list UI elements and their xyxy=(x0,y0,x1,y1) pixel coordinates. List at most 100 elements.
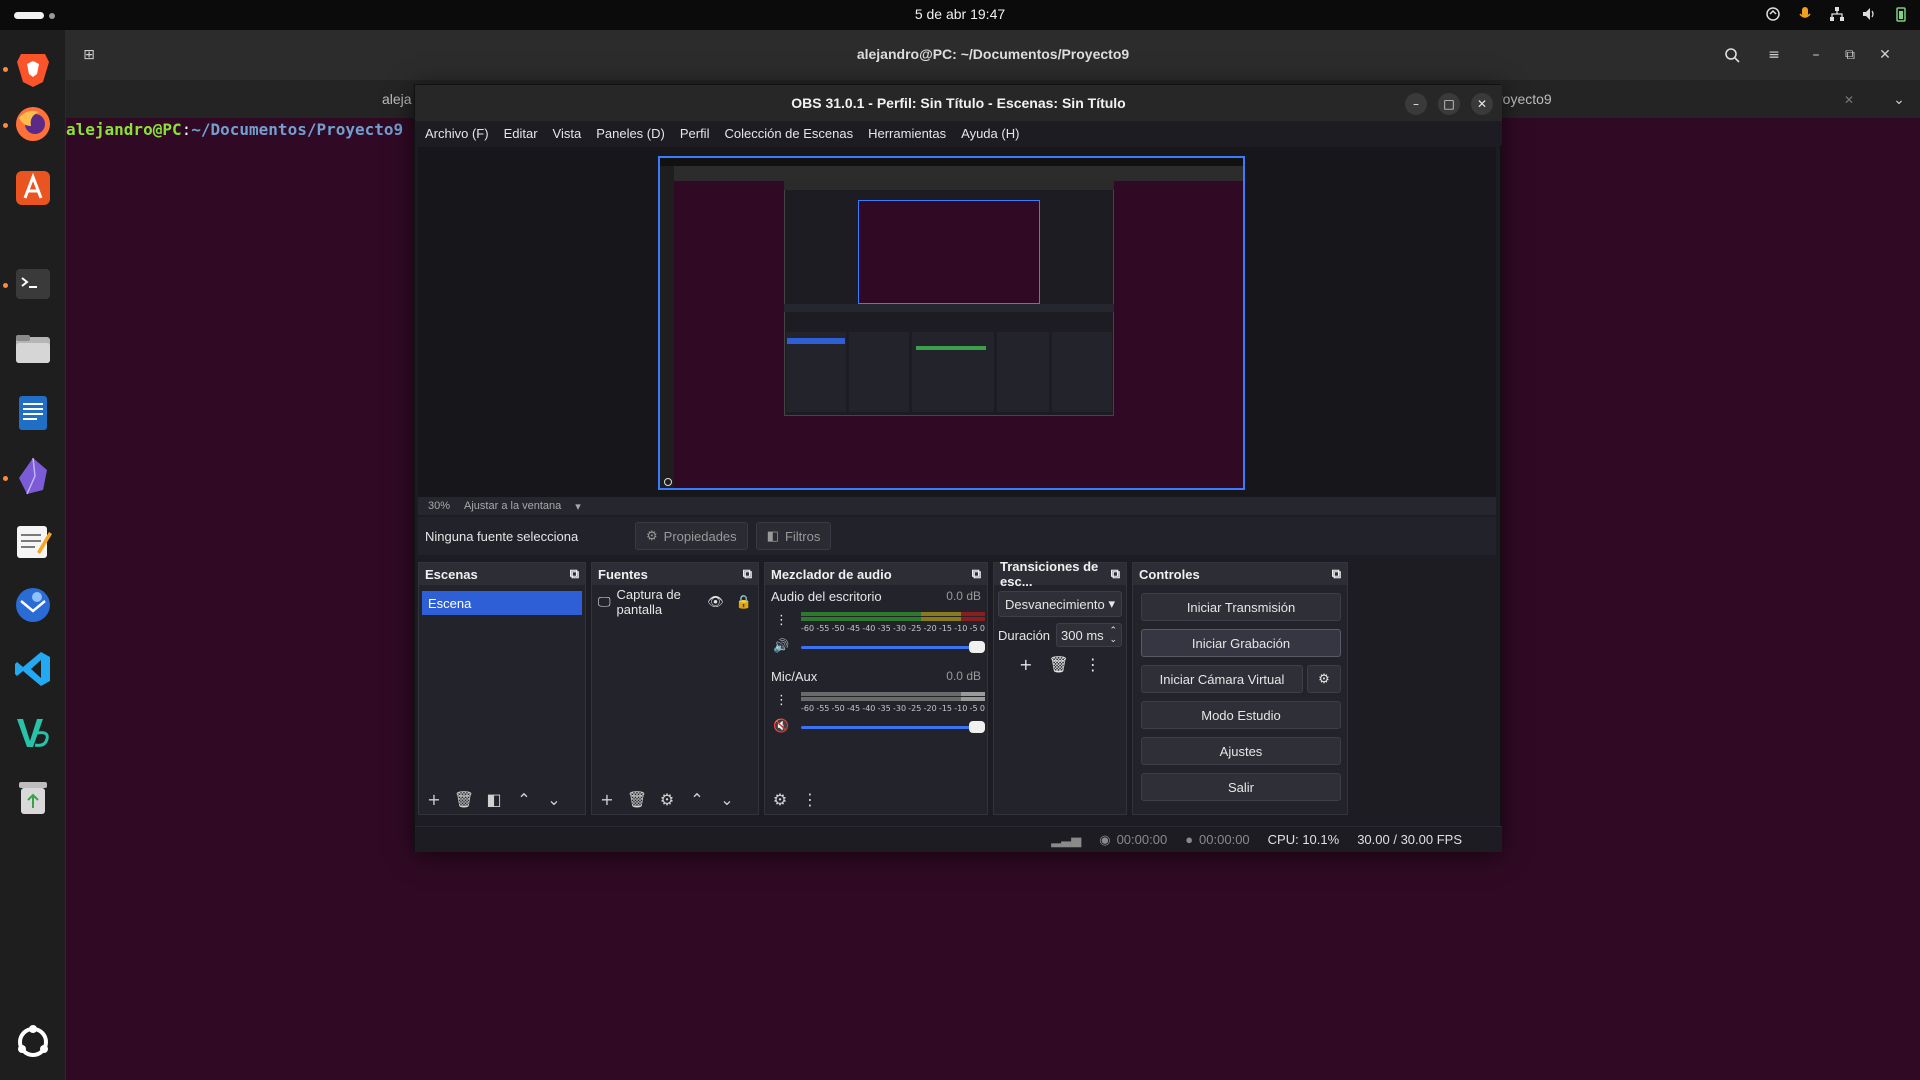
obs-titlebar[interactable]: OBS 31.0.1 - Perfil: Sin Título - Escena… xyxy=(415,85,1502,121)
undock-icon[interactable]: ⧉ xyxy=(1332,566,1341,582)
start-virtual-camera-button[interactable]: Iniciar Cámara Virtual xyxy=(1141,665,1303,693)
vscode-icon[interactable] xyxy=(11,647,55,691)
undock-icon[interactable]: ⧉ xyxy=(972,566,981,582)
volume-icon[interactable] xyxy=(1860,5,1878,23)
menu-ayuda[interactable]: Ayuda (H) xyxy=(961,126,1019,141)
obsidian-icon[interactable] xyxy=(11,454,55,498)
controls-panel: Controles ⧉ Iniciar Transmisión Iniciar … xyxy=(1132,562,1348,815)
no-source-label: Ninguna fuente selecciona xyxy=(425,528,579,544)
terminal-icon[interactable] xyxy=(11,262,55,306)
tabs-dropdown-icon[interactable]: ⌄ xyxy=(1888,89,1910,111)
obs-minimize-icon[interactable]: – xyxy=(1405,93,1427,115)
obs-title: OBS 31.0.1 - Perfil: Sin Título - Escena… xyxy=(791,95,1126,111)
writer-icon[interactable] xyxy=(11,391,55,435)
channel-menu-icon[interactable]: ⋮ xyxy=(775,613,788,628)
spin-arrows-icon[interactable]: ⌃ ⌄ xyxy=(1109,626,1117,644)
restore-icon[interactable]: ⧉ xyxy=(1839,44,1861,66)
scene-item[interactable]: Escena xyxy=(422,591,582,615)
preview-canvas[interactable] xyxy=(658,156,1245,490)
close-icon[interactable]: ✕ xyxy=(1874,44,1896,66)
volume-slider[interactable] xyxy=(801,641,985,653)
trash-icon[interactable]: 🗑 xyxy=(1049,655,1069,674)
volume-slider-knob[interactable] xyxy=(969,721,985,733)
microphone-icon[interactable] xyxy=(1796,5,1814,23)
visibility-eye-icon[interactable]: 👁 xyxy=(707,594,724,610)
filters-button[interactable]: ◧ Filtros xyxy=(755,522,832,550)
properties-button[interactable]: ⚙ Propiedades xyxy=(635,522,748,550)
undock-icon[interactable]: ⧉ xyxy=(743,566,752,582)
move-down-icon[interactable]: ⌄ xyxy=(545,790,563,809)
scenes-panel: Escenas ⧉ Escena + 🗑 ◧ ⌃ ⌄ xyxy=(418,562,586,815)
virtual-camera-settings-button[interactable]: ⚙ xyxy=(1307,665,1341,693)
menu-vista[interactable]: Vista xyxy=(553,126,582,141)
text-editor-icon[interactable] xyxy=(11,520,55,564)
add-icon[interactable]: + xyxy=(598,790,616,809)
transition-select[interactable]: Desvanecimiento ▾ xyxy=(998,591,1122,617)
minimize-icon[interactable]: – xyxy=(1805,44,1827,66)
scene-filters-icon[interactable]: ◧ xyxy=(485,790,503,809)
tab-right[interactable]: royecto9 xyxy=(1498,91,1552,107)
volume-icon[interactable]: 🔊 xyxy=(773,639,789,654)
start-recording-button[interactable]: Iniciar Grabación xyxy=(1141,629,1341,657)
exit-button[interactable]: Salir xyxy=(1141,773,1341,801)
lock-icon[interactable]: 🔒 xyxy=(736,594,752,610)
tab-left[interactable]: aleja xyxy=(382,91,412,107)
menu-editar[interactable]: Editar xyxy=(504,126,538,141)
menu-perfil[interactable]: Perfil xyxy=(680,126,710,141)
menu-herramientas[interactable]: Herramientas xyxy=(868,126,946,141)
volume-slider[interactable] xyxy=(801,721,985,733)
fit-to-window[interactable]: Ajustar a la ventana xyxy=(464,500,561,512)
updates-icon[interactable] xyxy=(1764,5,1782,23)
firefox-icon[interactable] xyxy=(11,102,55,146)
transition-menu-icon[interactable]: ⋮ xyxy=(1085,655,1101,674)
move-up-icon[interactable]: ⌃ xyxy=(515,790,533,809)
network-icon[interactable] xyxy=(1828,5,1846,23)
menu-paneles[interactable]: Paneles (D) xyxy=(596,126,665,141)
trash-icon[interactable] xyxy=(11,776,55,820)
advanced-audio-gear-icon[interactable]: ⚙ xyxy=(771,790,789,809)
running-indicator xyxy=(3,283,8,288)
hamburger-menu-icon[interactable]: ≡ xyxy=(1763,44,1785,66)
meter-ticks: -60 -55 -50 -45 -40 -35 -30 -25 -20 -15 -10 -5 0 xyxy=(801,624,985,633)
menu-coleccion-escenas[interactable]: Colección de Escenas xyxy=(724,126,853,141)
duration-spinbox[interactable]: 300 ms ⌃ ⌄ xyxy=(1056,623,1122,647)
prompt-sep: : xyxy=(181,120,192,139)
zoom-level[interactable]: 30% xyxy=(428,500,450,512)
start-stream-button[interactable]: Iniciar Transmisión xyxy=(1141,593,1341,621)
obs-menubar: Archivo (F) Editar Vista Paneles (D) Per… xyxy=(415,121,1502,145)
trash-icon[interactable]: 🗑 xyxy=(627,790,647,809)
volume-slider-knob[interactable] xyxy=(969,641,985,653)
add-icon[interactable]: + xyxy=(425,790,443,809)
channel-menu-icon[interactable]: ⋮ xyxy=(775,693,788,708)
stream-time: 00:00:00 xyxy=(1116,832,1168,847)
source-item[interactable]: 🖵 Captura de pantalla 👁 🔒 xyxy=(598,587,752,617)
move-up-icon[interactable]: ⌃ xyxy=(688,790,706,809)
muted-volume-icon[interactable]: 🔇 xyxy=(773,719,789,734)
search-icon[interactable] xyxy=(1721,44,1743,66)
battery-icon[interactable] xyxy=(1892,5,1910,23)
thunderbird-icon[interactable] xyxy=(11,583,55,627)
system-tray[interactable] xyxy=(1764,5,1910,23)
gear-icon[interactable]: ⚙ xyxy=(658,790,676,809)
visual-studio-alt-icon[interactable] xyxy=(11,711,55,755)
files-icon[interactable] xyxy=(11,327,55,371)
undock-icon[interactable]: ⧉ xyxy=(570,566,579,582)
add-icon[interactable]: + xyxy=(1019,655,1032,674)
mixer-menu-icon[interactable]: ⋮ xyxy=(801,790,819,809)
filters-label: Filtros xyxy=(784,528,821,544)
obs-close-icon[interactable]: ✕ xyxy=(1471,93,1493,115)
settings-button[interactable]: Ajustes xyxy=(1141,737,1341,765)
studio-mode-button[interactable]: Modo Estudio xyxy=(1141,701,1341,729)
trash-icon[interactable]: 🗑 xyxy=(454,790,474,809)
zoom-dropdown-icon[interactable]: ▾ xyxy=(575,500,581,513)
tab-close-icon[interactable]: ✕ xyxy=(1838,89,1860,111)
brave-browser-icon[interactable] xyxy=(11,46,55,90)
app-center-icon[interactable] xyxy=(11,166,55,210)
move-down-icon[interactable]: ⌄ xyxy=(718,790,736,809)
obs-maximize-icon[interactable]: □ xyxy=(1438,93,1460,115)
menu-archivo[interactable]: Archivo (F) xyxy=(425,126,489,141)
clock[interactable]: 5 de abr 19:47 xyxy=(0,6,1920,22)
show-apps-icon[interactable] xyxy=(11,1020,55,1064)
preview-area[interactable] xyxy=(418,147,1496,497)
undock-icon[interactable]: ⧉ xyxy=(1111,566,1120,582)
